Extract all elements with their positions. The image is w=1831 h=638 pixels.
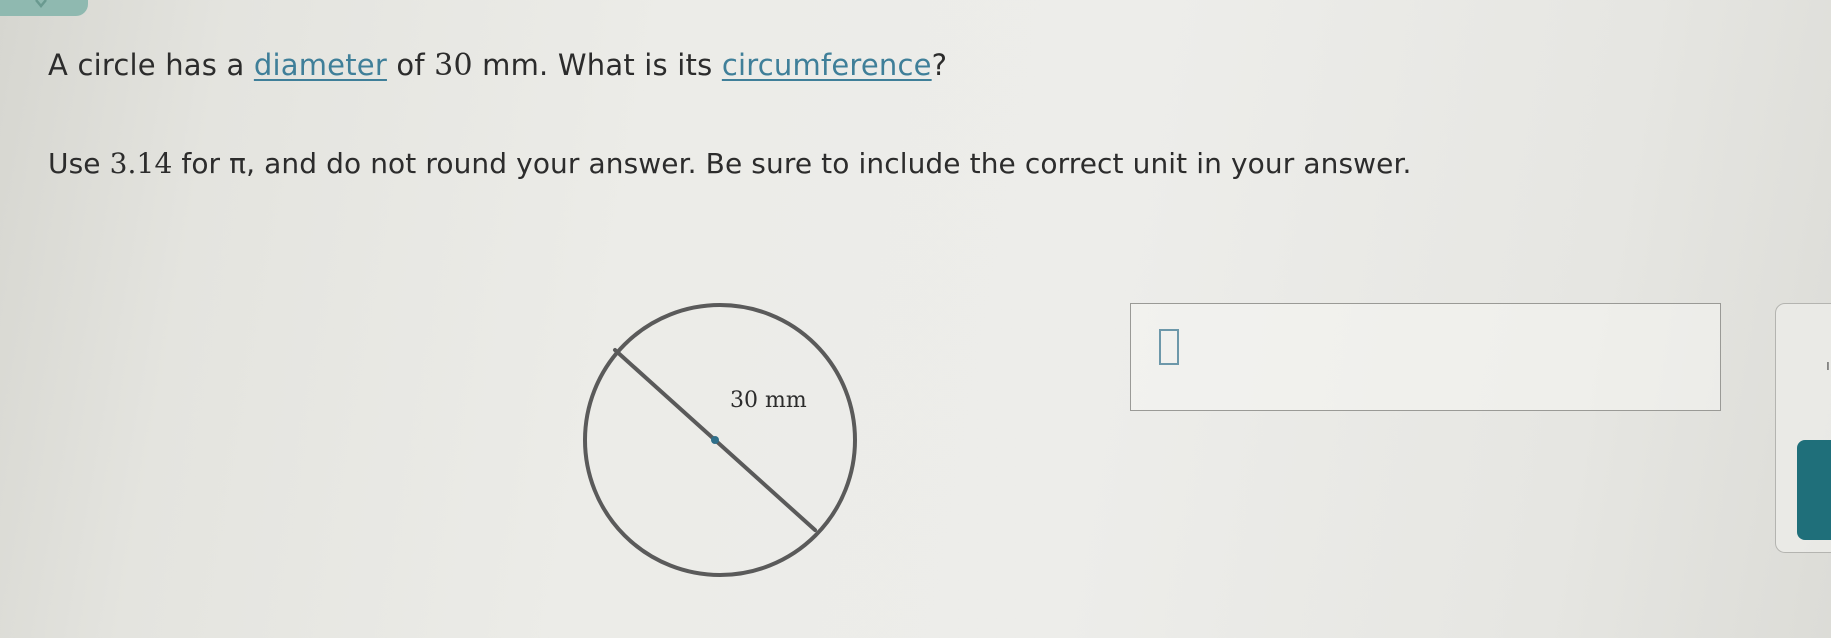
circumference-link[interactable]: circumference — [722, 48, 932, 82]
question-prefix: A circle has a — [48, 48, 254, 82]
question-value: 30 — [434, 48, 473, 83]
question-text: A circle has a diameter of 30 mm. What i… — [48, 48, 947, 83]
instructions-text: Use 3.14 for π, and do not round your an… — [48, 147, 1412, 180]
panel-mark: ı — [1826, 358, 1830, 374]
chevron-down-icon — [35, 0, 47, 8]
instructions-pi-value: 3.14 — [109, 147, 173, 180]
question-middle: of — [386, 48, 435, 82]
answer-input[interactable] — [1159, 329, 1179, 365]
diameter-label: 30 mm — [730, 388, 807, 413]
circle-figure: 30 mm — [583, 303, 857, 577]
circle-outline — [583, 303, 857, 577]
side-action-button[interactable] — [1797, 440, 1831, 540]
instructions-rest: for π, and do not round your answer. Be … — [172, 147, 1412, 180]
diameter-link[interactable]: diameter — [254, 48, 387, 82]
question-suffix: ? — [931, 48, 948, 82]
question-unit-text: mm. What is its — [472, 48, 722, 82]
answer-box — [1130, 303, 1721, 411]
instructions-prefix: Use — [48, 147, 110, 180]
center-dot — [711, 436, 719, 444]
top-tab[interactable] — [0, 0, 88, 16]
